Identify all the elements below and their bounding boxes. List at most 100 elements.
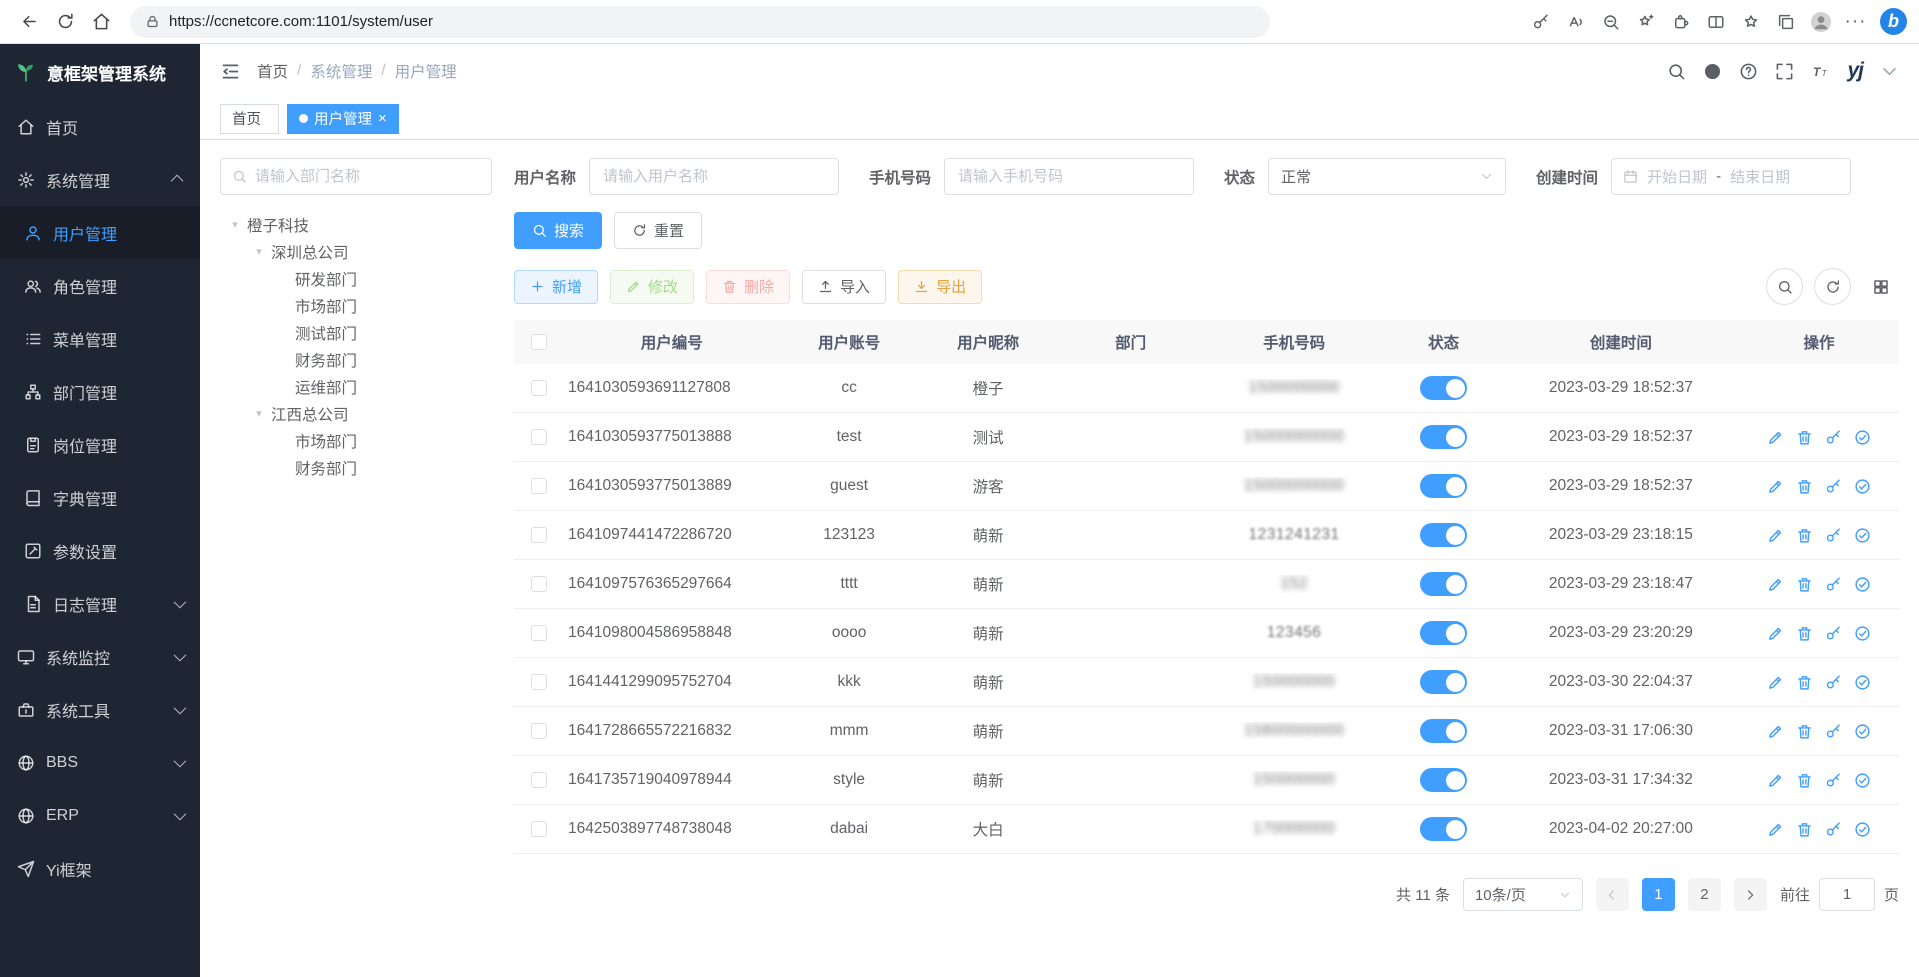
- extensions-button[interactable]: [1664, 5, 1697, 38]
- add-favorite-button[interactable]: [1629, 5, 1662, 38]
- status-toggle[interactable]: [1420, 376, 1467, 400]
- sidebar-item[interactable]: Yi框架: [0, 842, 200, 895]
- assign-role-icon[interactable]: [1854, 772, 1871, 789]
- select-all-checkbox[interactable]: [531, 334, 547, 350]
- collections-button[interactable]: [1769, 5, 1802, 38]
- tree-node[interactable]: ▾ 橙子科技: [220, 211, 492, 238]
- page-1-button[interactable]: 1: [1642, 878, 1675, 911]
- browser-refresh-button[interactable]: [48, 5, 82, 39]
- next-page-button[interactable]: [1734, 878, 1767, 911]
- split-screen-button[interactable]: [1699, 5, 1732, 38]
- user-logo-mark[interactable]: yj: [1847, 59, 1863, 83]
- reset-password-icon[interactable]: [1825, 429, 1842, 446]
- delete-icon[interactable]: [1796, 527, 1813, 544]
- sidebar-item[interactable]: 日志管理: [0, 577, 200, 630]
- edit-icon[interactable]: [1767, 821, 1784, 838]
- reset-password-icon[interactable]: [1825, 772, 1842, 789]
- browser-home-button[interactable]: [84, 5, 118, 39]
- sidebar-item[interactable]: 菜单管理: [0, 312, 200, 365]
- tree-node[interactable]: 市场部门: [220, 427, 492, 454]
- edit-icon[interactable]: [1767, 527, 1784, 544]
- add-button[interactable]: 新增: [514, 270, 598, 304]
- reset-password-icon[interactable]: [1825, 478, 1842, 495]
- fullscreen-icon[interactable]: [1775, 62, 1794, 81]
- edit-button[interactable]: 修改: [610, 270, 694, 304]
- reset-password-icon[interactable]: [1825, 821, 1842, 838]
- column-settings-button[interactable]: [1862, 268, 1899, 305]
- reset-button[interactable]: 重置: [614, 212, 702, 249]
- status-toggle[interactable]: [1420, 817, 1467, 841]
- row-checkbox[interactable]: [531, 478, 547, 494]
- reset-password-icon[interactable]: [1825, 674, 1842, 691]
- row-checkbox[interactable]: [531, 674, 547, 690]
- reset-password-icon[interactable]: [1825, 723, 1842, 740]
- delete-icon[interactable]: [1796, 674, 1813, 691]
- tab[interactable]: 用户管理 ×: [287, 104, 399, 134]
- edit-icon[interactable]: [1767, 723, 1784, 740]
- reset-password-icon[interactable]: [1825, 576, 1842, 593]
- chevron-down-icon[interactable]: [1880, 62, 1899, 81]
- assign-role-icon[interactable]: [1854, 674, 1871, 691]
- export-button[interactable]: 导出: [898, 270, 982, 304]
- page-size-select[interactable]: 10条/页: [1463, 878, 1583, 911]
- status-toggle[interactable]: [1420, 719, 1467, 743]
- status-toggle[interactable]: [1420, 621, 1467, 645]
- delete-icon[interactable]: [1796, 821, 1813, 838]
- header-search-icon[interactable]: [1667, 62, 1686, 81]
- date-range-picker[interactable]: 开始日期 - 结束日期: [1611, 158, 1851, 195]
- browser-back-button[interactable]: [12, 5, 46, 39]
- password-manager-button[interactable]: [1524, 5, 1557, 38]
- address-bar[interactable]: https://ccnetcore.com:1101/system/user: [130, 6, 1270, 38]
- delete-icon[interactable]: [1796, 723, 1813, 740]
- github-icon[interactable]: [1703, 62, 1722, 81]
- sidebar-item[interactable]: 用户管理: [0, 206, 200, 259]
- status-toggle[interactable]: [1420, 768, 1467, 792]
- row-checkbox[interactable]: [531, 625, 547, 641]
- assign-role-icon[interactable]: [1854, 478, 1871, 495]
- assign-role-icon[interactable]: [1854, 821, 1871, 838]
- browser-more-button[interactable]: ···: [1839, 5, 1872, 38]
- department-search-input[interactable]: [255, 168, 480, 185]
- username-input[interactable]: [589, 158, 839, 195]
- reset-password-icon[interactable]: [1825, 625, 1842, 642]
- sidebar-item[interactable]: 部门管理: [0, 365, 200, 418]
- assign-role-icon[interactable]: [1854, 527, 1871, 544]
- delete-button[interactable]: 删除: [706, 270, 790, 304]
- sidebar-item[interactable]: 字典管理: [0, 471, 200, 524]
- search-button[interactable]: 搜索: [514, 212, 602, 249]
- sidebar-item[interactable]: 系统工具: [0, 683, 200, 736]
- sidebar-item[interactable]: 岗位管理: [0, 418, 200, 471]
- page-2-button[interactable]: 2: [1688, 878, 1721, 911]
- status-toggle[interactable]: [1420, 523, 1467, 547]
- tree-node[interactable]: 财务部门: [220, 346, 492, 373]
- tree-node[interactable]: 研发部门: [220, 265, 492, 292]
- tree-node[interactable]: ▾ 江西总公司: [220, 400, 492, 427]
- tab[interactable]: 首页: [220, 104, 279, 134]
- delete-icon[interactable]: [1796, 429, 1813, 446]
- tree-node[interactable]: ▾ 深圳总公司: [220, 238, 492, 265]
- prev-page-button[interactable]: [1596, 878, 1629, 911]
- assign-role-icon[interactable]: [1854, 723, 1871, 740]
- row-checkbox[interactable]: [531, 723, 547, 739]
- edit-icon[interactable]: [1767, 576, 1784, 593]
- tab-close-icon[interactable]: ×: [378, 111, 387, 126]
- import-button[interactable]: 导入: [802, 270, 886, 304]
- refresh-table-button[interactable]: [1814, 268, 1851, 305]
- status-toggle[interactable]: [1420, 425, 1467, 449]
- edit-icon[interactable]: [1767, 772, 1784, 789]
- browser-profile-avatar[interactable]: [1804, 5, 1837, 38]
- zoom-out-button[interactable]: [1594, 5, 1627, 38]
- status-toggle[interactable]: [1420, 670, 1467, 694]
- assign-role-icon[interactable]: [1854, 576, 1871, 593]
- assign-role-icon[interactable]: [1854, 429, 1871, 446]
- status-toggle[interactable]: [1420, 572, 1467, 596]
- assign-role-icon[interactable]: [1854, 625, 1871, 642]
- edit-icon[interactable]: [1767, 625, 1784, 642]
- row-checkbox[interactable]: [531, 772, 547, 788]
- sidebar-item[interactable]: ERP: [0, 789, 200, 842]
- phone-input[interactable]: [944, 158, 1194, 195]
- edit-icon[interactable]: [1767, 429, 1784, 446]
- delete-icon[interactable]: [1796, 625, 1813, 642]
- show-search-button[interactable]: [1766, 268, 1803, 305]
- sidebar-item[interactable]: 参数设置: [0, 524, 200, 577]
